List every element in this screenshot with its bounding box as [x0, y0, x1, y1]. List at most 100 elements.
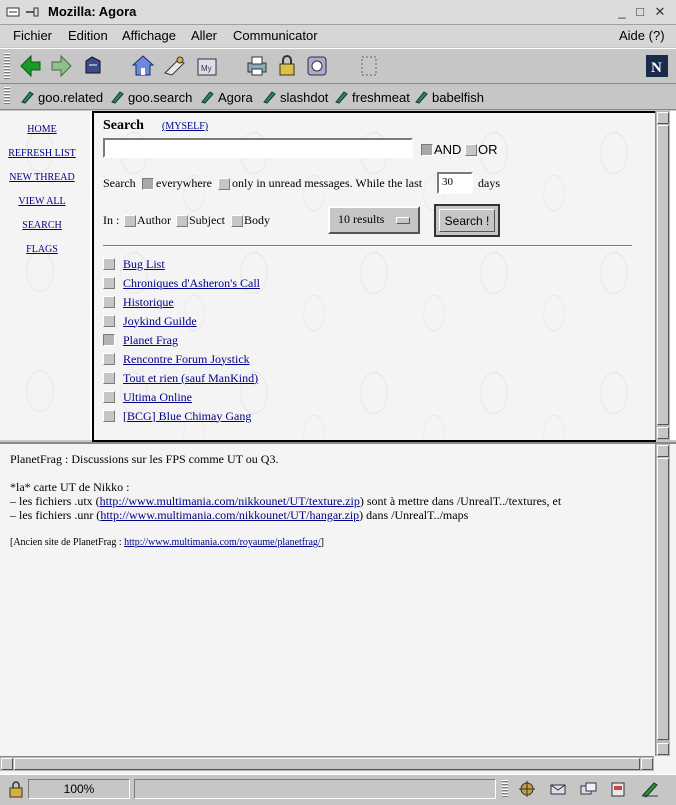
- and-radio[interactable]: [421, 144, 433, 156]
- old-site-link[interactable]: http://www.multimania.com/royaume/planet…: [124, 537, 321, 548]
- mail-icon[interactable]: [548, 780, 568, 798]
- forum-link[interactable]: Planet Frag: [123, 333, 178, 348]
- unread-only-radio[interactable]: [218, 178, 230, 190]
- netscape-logo-icon[interactable]: N: [646, 55, 668, 77]
- forum-link[interactable]: Joykind Guilde: [123, 314, 197, 329]
- menu-help[interactable]: Aide (?): [619, 28, 665, 43]
- close-icon[interactable]: ✕: [652, 4, 668, 20]
- in-label: In :: [103, 213, 120, 227]
- hangar-zip-link[interactable]: http://www.multimania.com/nikkounet/UT/h…: [100, 508, 359, 522]
- scroll-thumb[interactable]: [657, 125, 669, 425]
- author-checkbox[interactable]: [124, 215, 136, 227]
- my-netscape-icon[interactable]: My: [194, 53, 220, 79]
- message-body: PlanetFrag : Discussions sur les FPS com…: [10, 452, 640, 550]
- back-icon[interactable]: [18, 53, 44, 79]
- and-label: AND: [434, 142, 462, 157]
- forum-checkbox[interactable]: [103, 296, 115, 308]
- navigator-icon[interactable]: [517, 780, 537, 798]
- lock-icon[interactable]: [6, 780, 26, 798]
- composer-icon[interactable]: [640, 780, 660, 798]
- myself-link[interactable]: (MYSELF): [162, 121, 208, 132]
- address-book-icon[interactable]: [608, 780, 628, 798]
- forum-checkbox[interactable]: [103, 353, 115, 365]
- bookmark-babelfish[interactable]: babelfish: [414, 88, 484, 106]
- results-count-select[interactable]: 10 results: [328, 206, 420, 234]
- forum-link[interactable]: Chroniques d'Asheron's Call: [123, 276, 260, 291]
- forum-link[interactable]: Bug List: [123, 257, 165, 272]
- forward-icon[interactable]: [48, 53, 74, 79]
- body-label: Body: [244, 213, 271, 227]
- bookmark-freshmeat[interactable]: freshmeat: [334, 88, 410, 106]
- or-label: OR: [478, 142, 498, 157]
- menu-affichage[interactable]: Affichage: [122, 28, 176, 43]
- forum-checkbox[interactable]: [103, 410, 115, 422]
- title-bar: Mozilla: Agora _ □ ✕: [0, 0, 676, 25]
- scroll-right-icon[interactable]: [641, 758, 653, 770]
- left-nav: HOME REFRESH LIST NEW THREAD VIEW ALL SE…: [0, 111, 90, 440]
- forum-link[interactable]: Historique: [123, 295, 174, 310]
- nav-view-all-link[interactable]: VIEW ALL: [0, 196, 84, 207]
- scroll-down-icon[interactable]: [657, 427, 669, 439]
- horizontal-scrollbar[interactable]: [0, 756, 654, 771]
- menu-aller[interactable]: Aller: [191, 28, 217, 43]
- scroll-thumb[interactable]: [14, 758, 640, 770]
- forum-item: Historique: [103, 294, 174, 310]
- bookmark-agora[interactable]: Agora: [200, 88, 253, 106]
- menu-fichier[interactable]: Fichier: [13, 28, 52, 43]
- everywhere-radio[interactable]: [142, 178, 154, 190]
- svg-text:My: My: [201, 64, 212, 73]
- days-input[interactable]: 30: [437, 172, 473, 194]
- bookmark-goo-related[interactable]: goo.related: [20, 88, 103, 106]
- reload-icon[interactable]: [80, 53, 106, 79]
- message-frame-scrollbar[interactable]: [655, 444, 670, 756]
- scroll-up-icon[interactable]: [657, 112, 669, 124]
- nav-new-thread-link[interactable]: NEW THREAD: [0, 172, 84, 183]
- search-button[interactable]: Search !: [434, 204, 500, 237]
- forum-link[interactable]: [BCG] Blue Chimay Gang: [123, 409, 251, 424]
- or-radio[interactable]: [465, 144, 477, 156]
- security-icon[interactable]: [274, 53, 300, 79]
- forum-link[interactable]: Ultima Online: [123, 390, 192, 405]
- personal-toolbar-grip[interactable]: [4, 87, 10, 105]
- body-checkbox[interactable]: [231, 215, 243, 227]
- forum-link[interactable]: Rencontre Forum Joystick: [123, 352, 250, 367]
- top-frame-scrollbar[interactable]: [655, 111, 670, 440]
- home-icon[interactable]: [130, 53, 156, 79]
- subject-checkbox[interactable]: [176, 215, 188, 227]
- minimize-icon[interactable]: _: [614, 4, 630, 20]
- print-icon[interactable]: [244, 53, 270, 79]
- bookmark-goo-search[interactable]: goo.search: [110, 88, 192, 106]
- newsgroups-icon[interactable]: [578, 780, 598, 798]
- toolbar-grip[interactable]: [4, 53, 10, 79]
- scroll-left-icon[interactable]: [1, 758, 13, 770]
- bookmark-slashdot[interactable]: slashdot: [262, 88, 328, 106]
- nav-refresh-list-link[interactable]: REFRESH LIST: [0, 148, 84, 159]
- forum-checkbox[interactable]: [103, 334, 115, 346]
- forum-link[interactable]: Tout et rien (sauf ManKind): [123, 371, 258, 386]
- component-bar-grip[interactable]: [502, 780, 508, 798]
- texture-zip-link[interactable]: http://www.multimania.com/nikkounet/UT/t…: [100, 494, 360, 508]
- shop-icon[interactable]: [304, 53, 330, 79]
- message-frame: PlanetFrag : Discussions sur les FPS com…: [0, 442, 676, 774]
- forum-item: Bug List: [103, 256, 165, 272]
- scroll-thumb[interactable]: [657, 458, 669, 740]
- nav-flags-link[interactable]: FLAGS: [0, 244, 84, 255]
- forum-checkbox[interactable]: [103, 277, 115, 289]
- scroll-up-icon[interactable]: [657, 445, 669, 457]
- window-menu-icon[interactable]: [6, 5, 20, 19]
- forum-checkbox[interactable]: [103, 391, 115, 403]
- nav-search-link[interactable]: SEARCH: [0, 220, 84, 231]
- forum-checkbox[interactable]: [103, 258, 115, 270]
- forum-checkbox[interactable]: [103, 315, 115, 327]
- menu-edition[interactable]: Edition: [68, 28, 108, 43]
- search-icon[interactable]: [162, 53, 188, 79]
- pin-icon[interactable]: [25, 5, 39, 19]
- menu-communicator[interactable]: Communicator: [233, 28, 318, 43]
- search-query-input[interactable]: [103, 138, 413, 158]
- forum-checkbox[interactable]: [103, 372, 115, 384]
- maximize-icon[interactable]: □: [632, 4, 648, 20]
- nav-home-link[interactable]: HOME: [0, 124, 84, 135]
- scroll-down-icon[interactable]: [657, 743, 669, 755]
- stop-icon[interactable]: [356, 53, 382, 79]
- results-count-value: 10 results: [338, 212, 385, 226]
